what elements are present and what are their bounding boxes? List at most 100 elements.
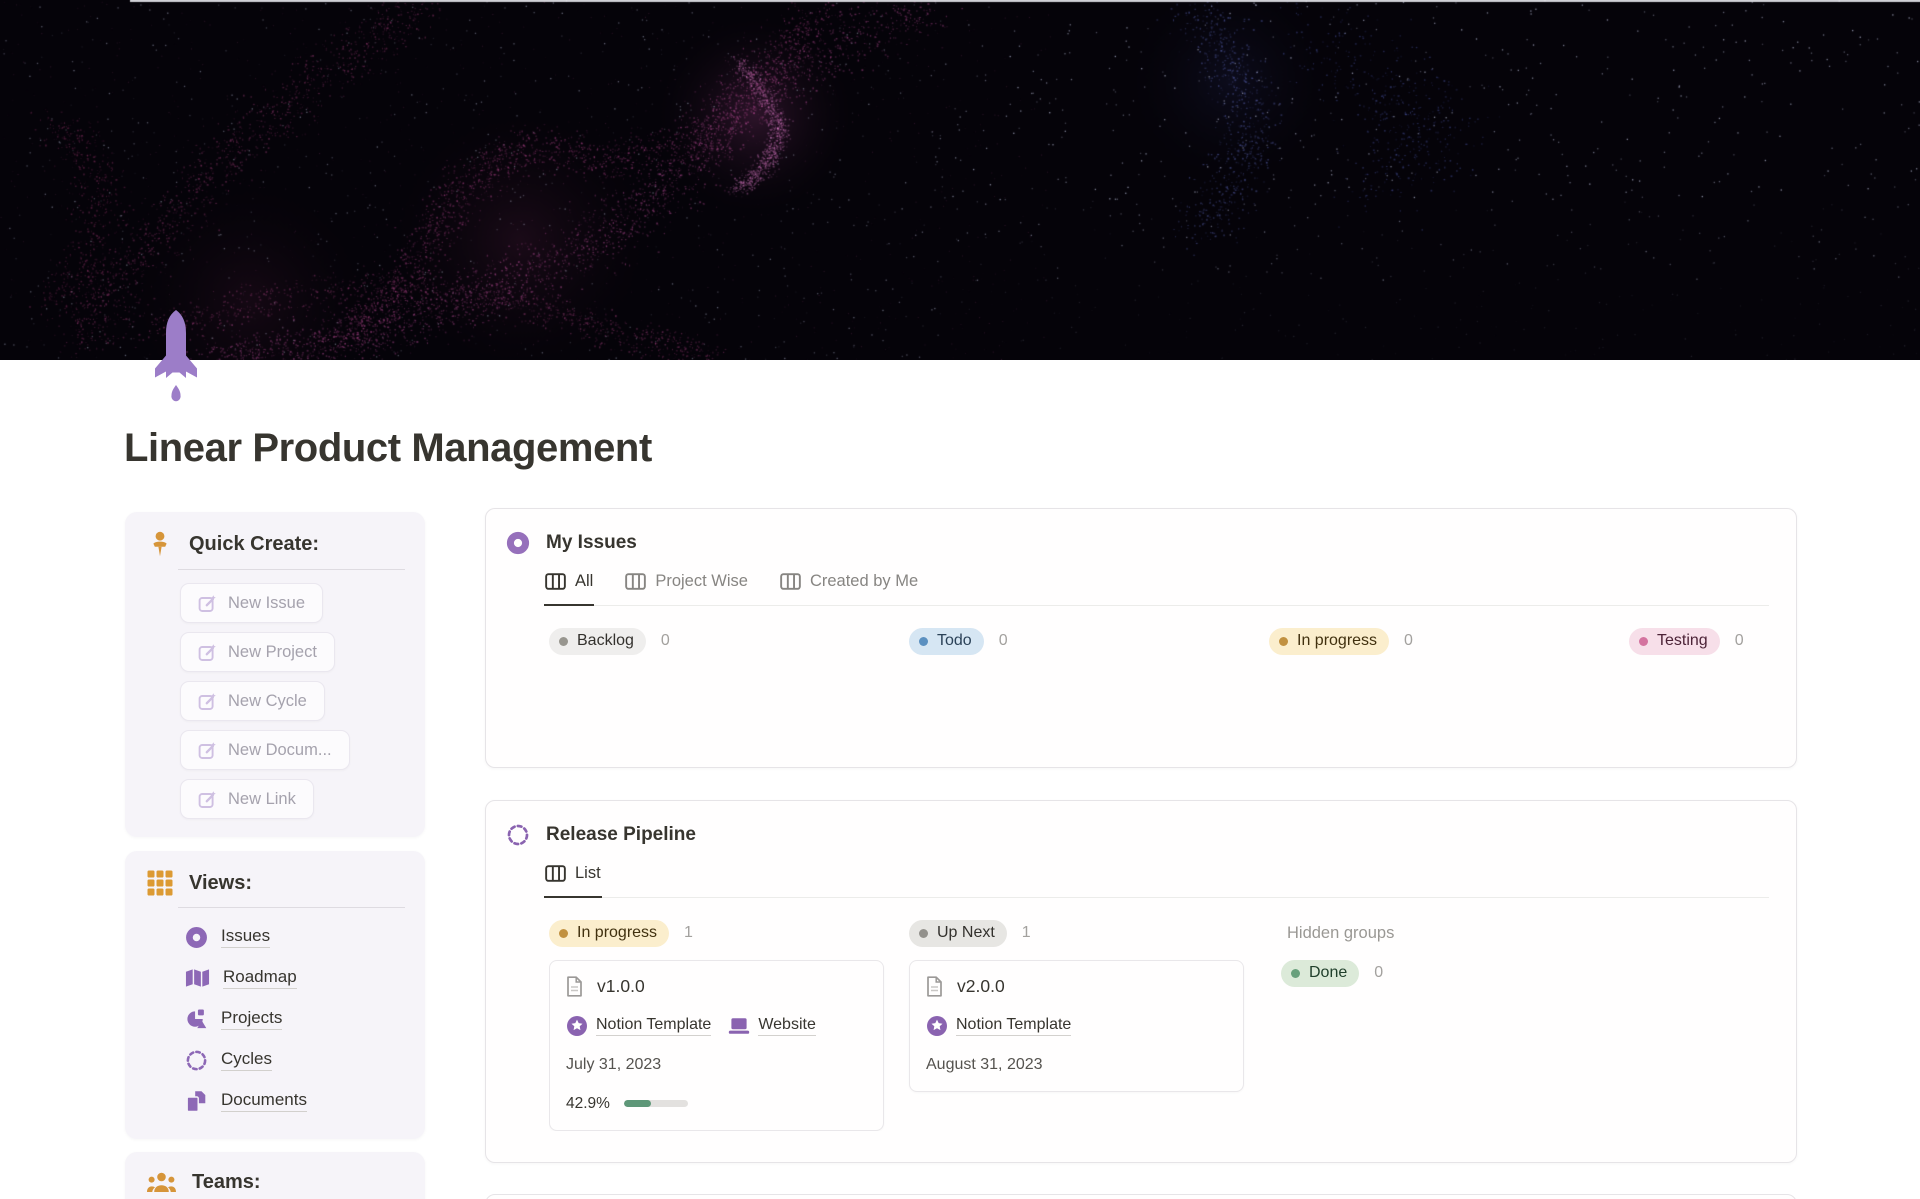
column-hidden-groups: Hidden groups Done 0 [1269,920,1604,1131]
group-count: 1 [1021,924,1031,941]
button-label: New Project [228,642,317,661]
column-in-progress: In progress 1 v1.0.0 Notion Template Web… [549,919,884,1131]
sidebar: Quick Create: New Issue New Project New … [125,512,425,1199]
pages-icon [186,1089,207,1113]
new-document-button[interactable]: New Docum... [180,730,350,770]
compose-icon [198,790,216,808]
donut-icon [506,531,530,555]
laptop-icon [729,1018,750,1034]
main-content: My Issues All Project Wise Created by Me… [485,508,1797,1199]
sidebar-item-issues[interactable]: Issues [185,925,425,949]
table-icon [780,573,801,591]
release-pipeline-title: Release Pipeline [546,824,696,845]
rocket-icon[interactable] [149,309,203,407]
shapes-icon [187,1008,207,1028]
button-label: New Issue [228,593,306,612]
sidebar-item-label: Roadmap [223,967,297,989]
sidebar-item-label: Issues [221,926,271,948]
tab-label: Project Wise [655,572,748,591]
group-in-progress: In progress 1 [549,919,884,947]
release-date: July 31, 2023 [566,1055,662,1073]
group-done: Done 0 [1269,959,1604,987]
teams-heading: Teams: [192,1171,261,1193]
sidebar-item-label: Projects [221,1008,283,1030]
tag-label: Notion Template [596,1016,712,1036]
new-cycle-button[interactable]: New Cycle [180,681,325,721]
nebula-particles-image [0,0,1920,360]
sidebar-item-roadmap[interactable]: Roadmap [185,966,425,990]
tab-project-wise[interactable]: Project Wise [624,565,749,605]
group-testing: Testing 0 [1629,627,1769,655]
new-project-button[interactable]: New Project [180,632,335,672]
todo-badge[interactable]: Todo [909,627,984,655]
file-icon [927,976,942,997]
compose-icon [198,741,216,759]
quick-create-heading: Quick Create: [189,533,320,555]
group-backlog: Backlog 0 [549,627,884,655]
views-panel: Views: Issues Roadmap Projects Cycles Do… [125,851,425,1139]
map-icon [185,969,210,987]
status-dot [919,928,928,938]
group-label: Backlog [577,632,634,649]
testing-badge[interactable]: Testing [1629,627,1720,655]
release-title: v2.0.0 [957,976,1005,996]
group-label: In progress [1297,632,1378,649]
in-progress-badge[interactable]: In progress [549,919,670,947]
tab-list[interactable]: List [544,857,602,898]
tab-created-by-me[interactable]: Created by Me [779,565,919,605]
column-up-next: Up Next 1 v2.0.0 Notion Template August … [909,919,1244,1131]
card-tags-row: Notion Template [926,1013,1227,1039]
new-link-button[interactable]: New Link [180,779,314,819]
table-icon [625,573,647,591]
divider [178,569,405,570]
status-dot [1639,636,1648,646]
release-pipeline-header: Release Pipeline [486,801,1796,847]
compose-icon [198,643,216,661]
teams-header: Teams: [125,1152,425,1194]
tag-website[interactable]: Website [728,1016,816,1036]
tab-label: All [575,572,594,590]
sidebar-item-cycles[interactable]: Cycles [185,1048,425,1072]
banner-image [0,0,1920,360]
tab-all[interactable]: All [544,565,595,606]
in-progress-badge[interactable]: In progress [1269,627,1390,655]
release-card-v2[interactable]: v2.0.0 Notion Template August 31, 2023 [909,959,1244,1092]
tag-notion-template[interactable]: Notion Template [566,1015,712,1037]
hidden-groups-label[interactable]: Hidden groups [1269,924,1394,943]
pushpin-icon [153,531,167,557]
tab-label: List [575,864,601,882]
sidebar-item-documents[interactable]: Documents [185,1089,425,1113]
status-dot [1291,968,1300,978]
release-board: In progress 1 v1.0.0 Notion Template Web… [549,919,1769,1131]
sidebar-item-label: Documents [221,1090,307,1112]
card-date-row: July 31, 2023 [566,1052,867,1078]
sidebar-item-projects[interactable]: Projects [185,1007,425,1031]
group-count: 0 [660,632,670,649]
dashed-circle-icon [507,824,529,846]
release-pipeline-card: Release Pipeline List In progress 1 v1.0… [485,800,1797,1163]
page-title: Linear Product Management [124,426,652,470]
card-progress-row: 42.9% [566,1091,867,1117]
compose-icon [198,692,216,710]
done-badge[interactable]: Done [1281,959,1360,987]
button-label: New Docum... [228,740,332,759]
dashed-circle-icon [186,1050,207,1070]
compose-icon [198,594,216,612]
group-label: Done [1309,964,1348,981]
group-in-progress: In progress 0 [1269,627,1604,655]
backlog-badge[interactable]: Backlog [549,627,646,655]
button-label: New Link [228,789,296,808]
views-heading: Views: [189,871,252,894]
button-label: New Cycle [228,691,307,710]
card-title-row: v2.0.0 [926,974,1227,1000]
tag-notion-template[interactable]: Notion Template [926,1015,1072,1037]
new-issue-button[interactable]: New Issue [180,583,324,623]
up-next-badge[interactable]: Up Next [909,919,1007,947]
group-count: 0 [998,632,1008,649]
release-card-v1[interactable]: v1.0.0 Notion Template Website July 31, … [549,959,884,1131]
tag-label: Website [758,1016,816,1036]
release-date: August 31, 2023 [926,1055,1043,1073]
status-dot [559,636,568,646]
group-up-next: Up Next 1 [909,919,1244,947]
group-todo: Todo 0 [909,627,1244,655]
